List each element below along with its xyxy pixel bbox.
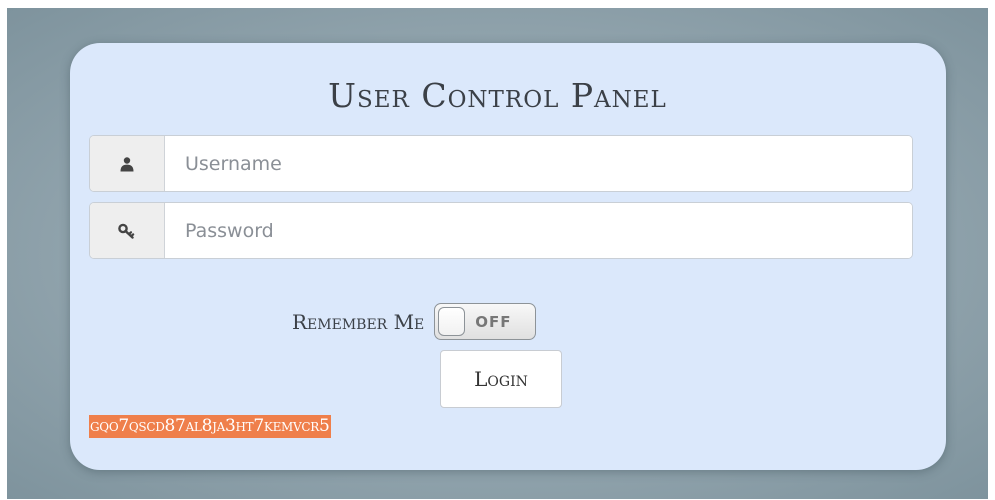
session-token: gqo7qscd87al8ja3ht7kemvcr5 (89, 415, 331, 438)
username-input-group (89, 135, 913, 192)
toggle-knob (438, 307, 466, 336)
password-input[interactable] (165, 203, 912, 258)
password-input-group (89, 202, 913, 259)
username-input[interactable] (165, 136, 912, 191)
remember-me-label: Remember Me (292, 309, 425, 334)
remember-me-toggle[interactable]: OFF (434, 303, 537, 340)
user-icon (90, 136, 165, 191)
remember-me-row: Remember Me OFF (292, 303, 537, 340)
toggle-state-text: OFF (475, 312, 512, 331)
page-title: User Control Panel (328, 76, 667, 115)
login-button[interactable]: Login (440, 350, 562, 408)
key-icon (90, 203, 165, 258)
